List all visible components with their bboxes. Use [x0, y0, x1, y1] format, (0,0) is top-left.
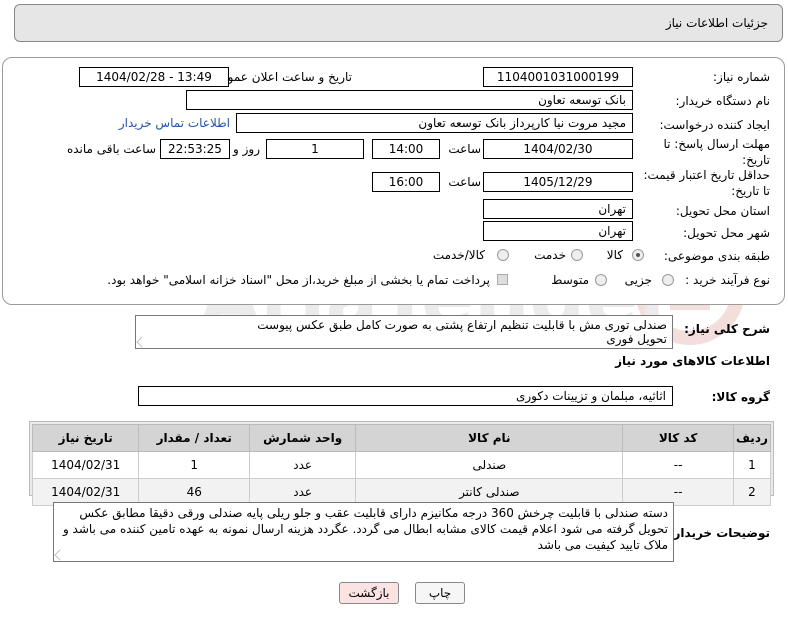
city-field: تهران [483, 221, 633, 241]
process-option-minor: جزیی [624, 273, 652, 287]
deadline-label-line2: تاریخ: [742, 153, 770, 167]
col-header-qty: تعداد / مقدار [138, 424, 251, 452]
process-label: نوع فرآیند خرید : [685, 273, 770, 287]
goods-section-title: اطلاعات کالاهای مورد نیاز [615, 354, 770, 368]
remaining-time-label: ساعت باقی مانده [66, 142, 156, 156]
buyer-name-label: نام دستگاه خریدار: [675, 94, 771, 108]
province-field: تهران [483, 199, 633, 219]
category-radio-goods-service[interactable] [497, 249, 509, 261]
creator-field: مجید مروت نیا کارپرداز بانک توسعه تعاون [236, 113, 633, 133]
process-radio-medium[interactable] [595, 274, 607, 286]
treasury-payment-checkbox[interactable] [497, 274, 508, 285]
description-line-2: تحویل فوری [606, 332, 667, 346]
validity-time-field: 16:00 [372, 172, 440, 192]
description-label: شرح کلی نیاز: [684, 322, 770, 336]
cell-row: 2 [732, 478, 772, 506]
cell-unit: عدد [249, 451, 357, 479]
cell-date: 1404/02/31 [31, 451, 140, 479]
category-option-goods: کالا [606, 248, 623, 262]
cell-code: -- [622, 451, 734, 479]
validity-label-line2: تا تاریخ: [731, 184, 770, 198]
need-number-field: 1104001031000199 [483, 67, 633, 87]
resize-handle-icon[interactable] [54, 549, 66, 561]
category-option-goods-service: کالا/خدمت [432, 248, 485, 262]
table-row: 1 -- صندلی عدد 1 1404/02/31 [31, 451, 772, 479]
description-textarea: صندلی توری مش با قابلیت تنظیم ارتفاع پشت… [135, 315, 673, 349]
province-label: استان محل تحویل: [675, 204, 770, 218]
description-line-1: صندلی توری مش با قابلیت تنظیم ارتفاع پشت… [257, 318, 667, 332]
category-label: طبقه بندی موضوعی: [663, 249, 770, 263]
page-title: جزئیات اطلاعات نیاز [665, 16, 768, 30]
city-label: شهر محل تحویل: [683, 226, 770, 240]
col-header-code: کد کالا [622, 424, 734, 452]
buyer-name-field: بانک توسعه تعاون [186, 90, 633, 110]
buyer-notes-text: دسته صندلی با قابلیت چرخش 360 درجه مکانی… [62, 506, 668, 552]
col-header-unit: واحد شمارش [249, 424, 357, 452]
goods-table: ردیف کد کالا نام کالا واحد شمارش تعداد /… [31, 424, 772, 506]
buyer-notes-textarea: دسته صندلی با قابلیت چرخش 360 درجه مکانی… [53, 502, 674, 562]
deadline-time-label: ساعت [448, 142, 481, 156]
deadline-days-label: روز و [233, 142, 260, 156]
validity-time-label: ساعت [448, 175, 481, 189]
page-header: جزئیات اطلاعات نیاز [14, 4, 783, 42]
process-radio-minor[interactable] [662, 274, 674, 286]
deadline-date-field: 1404/02/30 [483, 139, 633, 159]
goods-group-field: اثاثیه، مبلمان و تزیینات دکوری [138, 386, 673, 406]
deadline-days-field: 1 [266, 139, 364, 159]
deadline-label-line1: مهلت ارسال پاسخ: تا [663, 137, 770, 151]
announce-field: 1404/02/28 - 13:49 [79, 67, 229, 87]
cell-row: 1 [732, 451, 772, 479]
remaining-time-field: 22:53:25 [160, 139, 230, 159]
category-radio-goods[interactable] [632, 249, 644, 261]
category-option-service: خدمت [534, 248, 566, 262]
validity-label-line1: حداقل تاریخ اعتبار قیمت: [643, 168, 770, 182]
creator-label: ایجاد کننده درخواست: [659, 118, 770, 132]
cell-qty: 1 [138, 451, 251, 479]
goods-group-label: گروه کالا: [711, 390, 770, 404]
treasury-payment-note: پرداخت تمام یا بخشی از مبلغ خرید،از محل … [107, 273, 490, 287]
col-header-row: ردیف [732, 424, 772, 452]
col-header-name: نام کالا [355, 424, 624, 452]
col-header-date: تاریخ نیاز [31, 424, 140, 452]
process-option-medium: متوسط [551, 273, 589, 287]
deadline-time-field: 14:00 [372, 139, 440, 159]
goods-table-header: ردیف کد کالا نام کالا واحد شمارش تعداد /… [31, 424, 772, 452]
validity-date-field: 1405/12/29 [483, 172, 633, 192]
buyer-notes-label: توضیحات خریدار: [668, 526, 770, 540]
back-button[interactable]: بازگشت [339, 582, 399, 604]
print-button[interactable]: چاپ [415, 582, 465, 604]
cell-name: صندلی [355, 451, 624, 479]
buyer-contact-link[interactable]: اطلاعات تماس خریدار [119, 116, 230, 130]
need-number-label: شماره نیاز: [713, 70, 770, 84]
category-radio-service[interactable] [571, 249, 583, 261]
